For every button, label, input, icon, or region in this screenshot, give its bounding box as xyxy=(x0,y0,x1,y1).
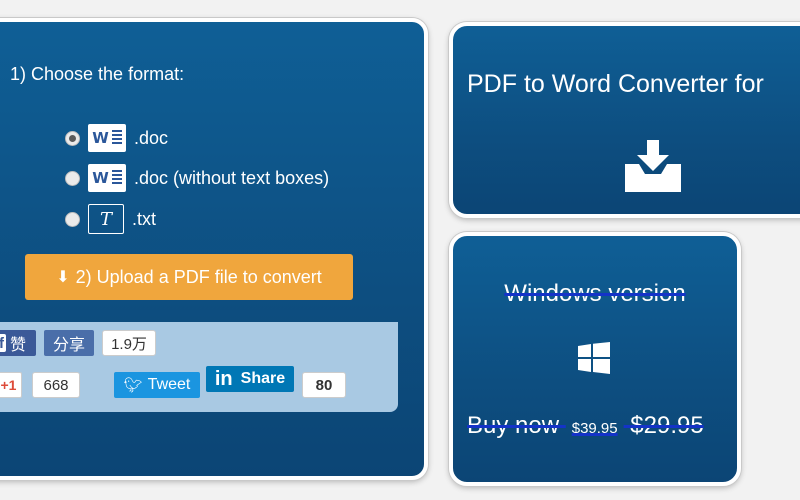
upload-button[interactable]: ⬇ 2) Upload a PDF file to convert xyxy=(25,254,353,300)
radio-doc[interactable] xyxy=(65,130,80,146)
linkedin-share-button[interactable]: in Share xyxy=(206,366,294,392)
upload-icon: ⬇ xyxy=(56,269,70,286)
new-price: $29.95 xyxy=(630,412,704,439)
option-txt[interactable]: T .txt xyxy=(65,204,156,234)
social-bar: f 赞 分享 1.9万 G+1 668 🐦︎ Tweet in Share 80 xyxy=(0,322,398,412)
buy-now-label: Buy now xyxy=(467,412,560,439)
facebook-icon: f xyxy=(0,334,6,352)
gplus-button[interactable]: G+1 xyxy=(0,372,22,398)
tweet-label: Tweet xyxy=(147,376,191,393)
product-title: PDF to Word Converter for xyxy=(467,70,764,98)
gplus-count: 668 xyxy=(32,372,80,398)
text-icon: T xyxy=(88,204,124,234)
buy-now-link[interactable]: Buy now $39.95 $29.95 xyxy=(467,412,704,440)
share-label: 分享 xyxy=(52,337,85,354)
word-icon: W xyxy=(88,124,126,152)
option-txt-label: .txt xyxy=(132,208,157,229)
radio-doc-no-textboxes[interactable] xyxy=(65,170,80,186)
option-doc[interactable]: W .doc xyxy=(65,123,168,153)
facebook-like-button[interactable]: f 赞 xyxy=(0,330,36,356)
format-panel: 1) Choose the format: W .doc W .doc (wit… xyxy=(0,18,428,480)
pricing-panel[interactable]: Windows version Buy now $39.95 $29.95 xyxy=(449,232,741,486)
option-doc-label: .doc xyxy=(134,127,169,148)
share-count: 1.9万 xyxy=(102,330,156,356)
linkedin-icon: in xyxy=(214,367,233,390)
download-panel[interactable]: PDF to Word Converter for xyxy=(449,22,800,218)
twitter-icon: 🐦︎ xyxy=(123,377,143,394)
option-doc-no-textboxes[interactable]: W .doc (without text boxes) xyxy=(65,163,329,193)
gplus-label: G+1 xyxy=(0,377,17,393)
tweet-button[interactable]: 🐦︎ Tweet xyxy=(114,372,200,398)
old-price: $39.95 xyxy=(571,420,618,437)
windows-version-label: Windows version xyxy=(504,280,686,307)
linkedin-count: 80 xyxy=(302,372,346,398)
linkedin-share-label: Share xyxy=(240,370,286,387)
download-icon[interactable] xyxy=(625,140,681,192)
option-doc-no-textboxes-label: .doc (without text boxes) xyxy=(134,167,330,188)
word-icon: W xyxy=(88,164,126,192)
share-button[interactable]: 分享 xyxy=(44,330,94,356)
facebook-like-label: 赞 xyxy=(10,337,27,354)
step1-label: 1) Choose the format: xyxy=(10,64,185,84)
radio-txt[interactable] xyxy=(65,211,80,227)
upload-button-label: 2) Upload a PDF file to convert xyxy=(75,266,322,287)
windows-icon xyxy=(578,342,610,374)
